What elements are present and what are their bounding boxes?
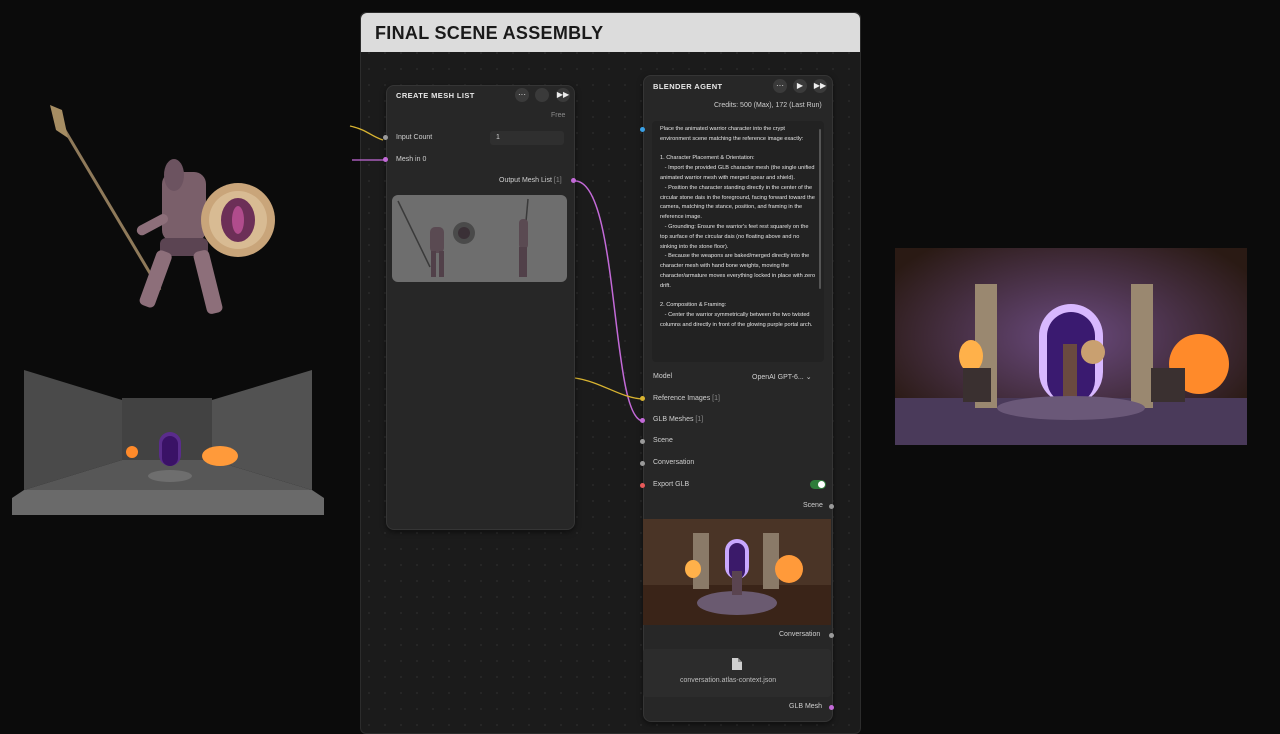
node-title: CREATE MESH LIST	[396, 91, 475, 100]
create-mesh-list-node[interactable]	[386, 85, 575, 530]
input-count-label: Input Count	[396, 134, 433, 141]
document-icon	[732, 658, 742, 670]
conversation-output-label: Conversation	[779, 631, 821, 638]
export-glb-toggle[interactable]	[810, 480, 826, 489]
glb-mesh-output-label: GLB Mesh	[789, 703, 823, 710]
scene-output-label: Scene	[803, 502, 823, 509]
output-mesh-list-label: Output Mesh List [1]	[499, 177, 562, 184]
glb-meshes-port[interactable]	[640, 418, 645, 423]
scene-output-port[interactable]	[829, 504, 834, 509]
node-title: BLENDER AGENT	[653, 82, 723, 91]
export-glb-port[interactable]	[640, 483, 645, 488]
export-glb-label: Export GLB	[653, 481, 690, 488]
reference-images-label: Reference Images [1]	[653, 395, 720, 402]
mesh-in-label: Mesh in 0	[396, 156, 427, 163]
scene-preview-image	[643, 519, 831, 625]
conversation-output-port[interactable]	[829, 633, 834, 638]
input-count-field[interactable]: 1	[490, 131, 564, 145]
node-menu-button[interactable]: ···	[515, 88, 529, 102]
prompt-textarea[interactable]: Place the animated warrior character int…	[652, 121, 824, 362]
glb-mesh-output-port[interactable]	[829, 705, 834, 710]
conversation-file[interactable]: conversation.atlas-context.json	[643, 649, 831, 697]
conversation-label: Conversation	[653, 459, 695, 466]
input-count-port[interactable]	[383, 135, 388, 140]
conversation-port[interactable]	[640, 461, 645, 466]
play-button[interactable]: ▶	[793, 79, 807, 93]
file-name: conversation.atlas-context.json	[680, 677, 777, 684]
glb-meshes-label: GLB Meshes [1]	[653, 416, 704, 423]
mesh-preview-image	[392, 195, 567, 282]
credits-label: Credits: 500 (Max), 172 (Last Run)	[714, 102, 822, 109]
chevron-down-icon: ⌄	[805, 374, 812, 381]
prompt-port[interactable]	[640, 127, 645, 132]
warrior-character-image	[50, 105, 275, 314]
mesh-in-port[interactable]	[383, 157, 388, 162]
node-menu-button[interactable]: ···	[773, 79, 787, 93]
prompt-text: Place the animated warrior character int…	[660, 126, 816, 328]
scene-port[interactable]	[640, 439, 645, 444]
model-select[interactable]: OpenAI GPT-6... ⌄	[752, 373, 812, 381]
run-node-button[interactable]: ▶▶	[556, 88, 570, 102]
prompt-scrollbar[interactable]	[819, 129, 821, 289]
model-label: Model	[653, 373, 673, 380]
scene-label: Scene	[653, 437, 673, 444]
node-blank-button[interactable]	[535, 88, 549, 102]
run-node-button[interactable]: ▶▶	[813, 79, 827, 93]
output-mesh-list-port[interactable]	[571, 178, 576, 183]
pricing-label: Free	[551, 112, 566, 119]
reference-image	[895, 248, 1247, 445]
input-count-value: 1	[496, 134, 500, 141]
group-title[interactable]: FINAL SCENE ASSEMBLY	[361, 13, 860, 52]
crypt-environment-image	[12, 370, 324, 515]
reference-images-port[interactable]	[640, 396, 645, 401]
